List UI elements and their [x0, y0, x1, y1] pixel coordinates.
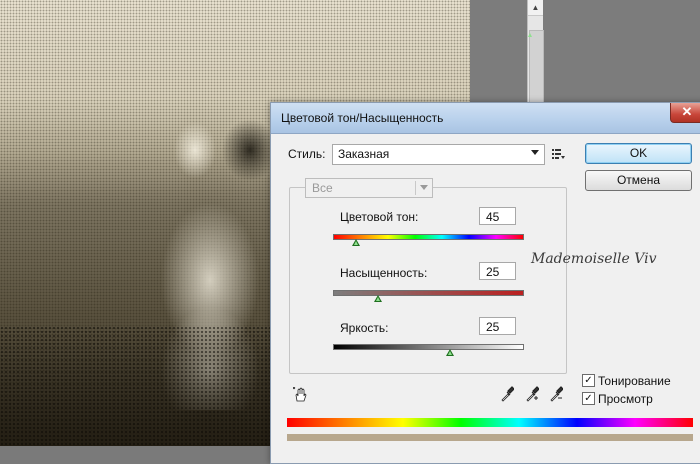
scroll-up-icon[interactable]: ▲	[528, 0, 543, 16]
eyedropper-plus-icon[interactable]	[525, 386, 539, 402]
output-tint-bar	[287, 434, 693, 441]
style-label: Стиль:	[288, 147, 326, 161]
preview-checkbox[interactable]: ✓	[582, 392, 595, 405]
checkmark-icon: ✓	[584, 393, 593, 404]
colorize-checkbox[interactable]: ✓	[582, 374, 595, 387]
dropdown-arrow-icon	[420, 185, 428, 190]
colorize-label: Тонирование	[598, 374, 671, 388]
cancel-button[interactable]: Отмена	[585, 170, 692, 191]
input-hue-bar	[287, 418, 693, 427]
select-separator	[415, 181, 416, 195]
hue-slider-track[interactable]	[333, 234, 524, 240]
style-preset-value: Заказная	[338, 147, 390, 161]
hue-saturation-dialog: Цветовой тон/Насыщенность ✕ Стиль: Заказ…	[270, 102, 700, 464]
lightness-slider-thumb[interactable]	[446, 349, 455, 356]
hue-input[interactable]: 45	[479, 207, 516, 225]
saturation-slider-track[interactable]	[333, 290, 524, 296]
channel-value: Все	[312, 181, 333, 195]
dialog-title-bar[interactable]: Цветовой тон/Насыщенность ✕	[271, 103, 700, 134]
channel-select[interactable]: Все	[305, 178, 433, 198]
eyedropper-icon[interactable]	[500, 386, 514, 402]
ok-button[interactable]: OK	[585, 143, 692, 164]
close-icon: ✕	[681, 104, 693, 119]
lightness-slider-track[interactable]	[333, 344, 524, 350]
hand-tool-icon[interactable]	[293, 387, 307, 403]
watermark-signature: Mademoiselle Viv	[531, 251, 657, 267]
style-preset-select[interactable]: Заказная	[332, 144, 545, 165]
dialog-title: Цветовой тон/Насыщенность	[281, 111, 444, 125]
dropdown-arrow-icon	[531, 150, 539, 155]
lightness-label: Яркость:	[340, 321, 389, 335]
preview-label: Просмотр	[598, 392, 653, 406]
close-button[interactable]: ✕	[670, 103, 700, 123]
lightness-input[interactable]: 25	[479, 317, 516, 335]
hue-label: Цветовой тон:	[340, 210, 419, 224]
saturation-slider-thumb[interactable]	[374, 295, 383, 302]
preset-menu-icon[interactable]	[551, 147, 565, 161]
saturation-label: Насыщенность:	[340, 266, 428, 280]
checkmark-icon: ✓	[584, 375, 593, 386]
saturation-input[interactable]: 25	[479, 262, 516, 280]
hue-slider-thumb[interactable]	[351, 239, 360, 246]
eyedropper-minus-icon[interactable]	[549, 386, 563, 402]
